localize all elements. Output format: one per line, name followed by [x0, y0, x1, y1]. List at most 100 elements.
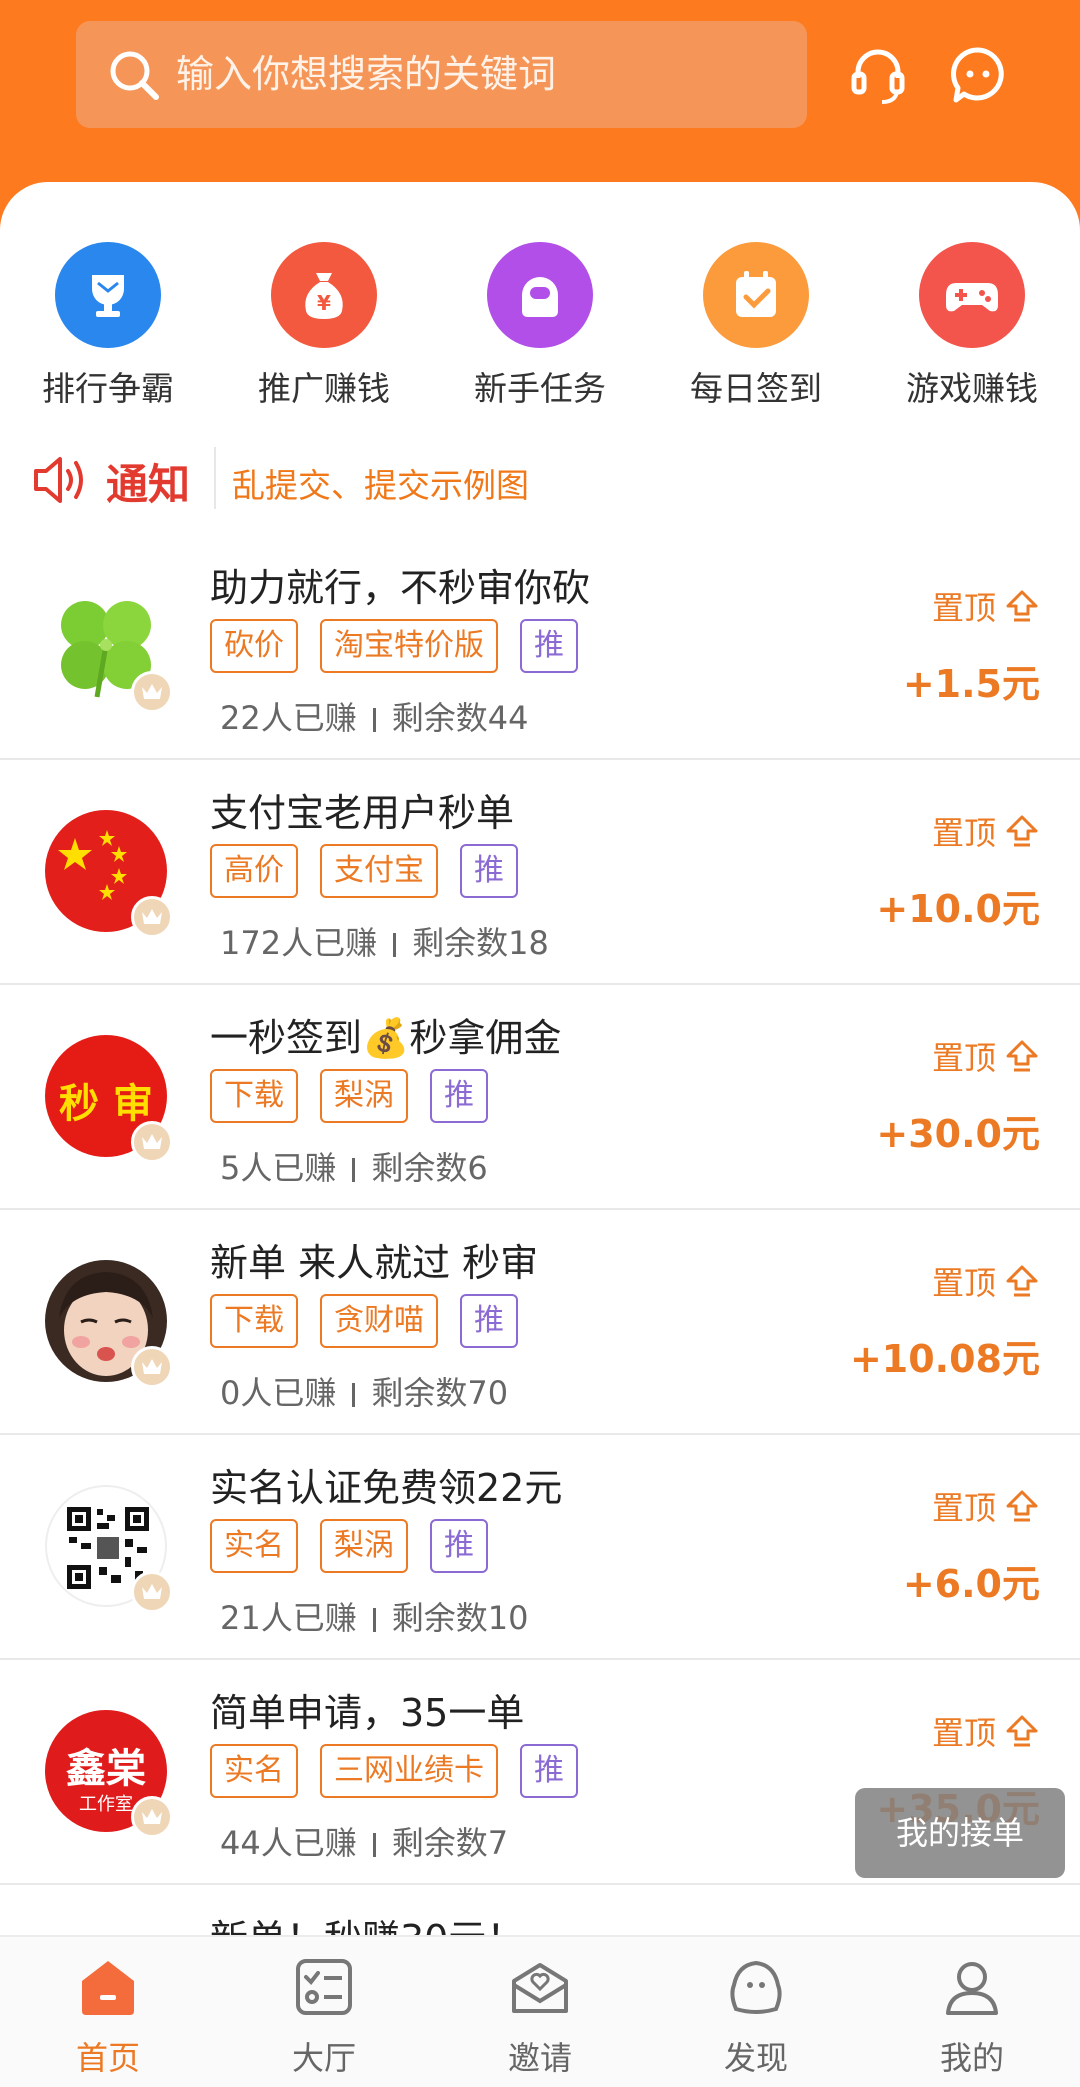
stats-separator	[393, 933, 397, 957]
stats-separator	[372, 1608, 376, 1632]
pin-up-arrow-icon	[1006, 1715, 1038, 1747]
quick-action-label: 推广赚钱	[258, 369, 390, 408]
quick-action-newbie-task[interactable]: 新手任务	[432, 242, 648, 412]
pin-label: 置顶	[931, 1489, 996, 1527]
task-title: 支付宝老用户秒单	[210, 791, 515, 835]
task-remaining-count: 剩余数44	[391, 699, 529, 737]
quick-action-daily-checkin[interactable]: 每日签到	[648, 242, 864, 412]
task-reward: +30.0元	[876, 1112, 1040, 1156]
avatar-text: 鑫棠	[66, 1745, 146, 1792]
task-title: 一秒签到💰秒拿佣金	[210, 1016, 562, 1060]
pin-top-button[interactable]: 置顶	[932, 583, 1040, 629]
task-remaining-count: 剩余数18	[412, 924, 549, 962]
notice-divider	[214, 447, 216, 509]
tab-label: 我的	[939, 2039, 1004, 2077]
customer-service-headset-icon[interactable]	[848, 44, 908, 106]
task-title: 简单申请，35一单	[210, 1691, 525, 1735]
stats-separator	[352, 1383, 356, 1407]
tab-discover[interactable]: 发现	[648, 1937, 864, 2087]
task-earned-count: 22人已赚	[220, 699, 357, 737]
task-earned-count: 172人已赚	[220, 924, 378, 962]
crown-icon	[131, 1346, 173, 1388]
money-bag-icon: ¥	[305, 273, 343, 319]
tab-hall[interactable]: 大厅	[216, 1937, 432, 2087]
tab-label: 邀请	[507, 2039, 572, 2077]
discover-ghost-icon	[730, 1960, 782, 2014]
search-bar[interactable]: 输入你想搜索的关键词	[76, 21, 807, 128]
pin-top-button[interactable]: 置顶	[932, 1708, 1040, 1754]
crown-icon	[131, 671, 173, 713]
task-reward: +6.0元	[902, 1562, 1040, 1606]
task-tag: 淘宝特价版	[320, 619, 498, 673]
task-remaining-count: 剩余数7	[391, 1824, 509, 1862]
quick-action-circle: ¥	[271, 242, 377, 348]
pin-top-button[interactable]: 置顶	[932, 1033, 1040, 1079]
speaker-icon	[34, 457, 83, 503]
task-tag-recommend: 推	[520, 1744, 578, 1798]
notice-text: 乱提交、提交示例图	[232, 466, 529, 505]
tab-home[interactable]: 首页	[0, 1937, 216, 2087]
helmet-icon	[522, 277, 558, 317]
quick-action-circle	[55, 242, 161, 348]
task-tag-recommend: 推	[430, 1519, 488, 1573]
tab-label: 首页	[75, 2039, 140, 2077]
task-item[interactable]: 实名认证免费领22元 实名 梨涡 推 21人已赚 剩余数10 置顶 +6.0元	[0, 1435, 1080, 1660]
my-orders-float-button[interactable]: 我的接单	[855, 1788, 1065, 1878]
home-icon	[82, 1961, 134, 2015]
task-item[interactable]: 新单 来人就过 秒审 下载 贪财喵 推 0人已赚 剩余数70 置顶 +10.08元	[0, 1210, 1080, 1435]
pin-label: 置顶	[931, 1714, 996, 1752]
tab-label: 发现	[723, 2039, 788, 2077]
notice-bar[interactable]: 通知 乱提交、提交示例图	[30, 445, 1050, 515]
quick-action-promote[interactable]: ¥ 推广赚钱	[216, 242, 432, 412]
calendar-check-icon	[736, 271, 776, 317]
pin-top-button[interactable]: 置顶	[932, 808, 1040, 854]
pin-label: 置顶	[931, 1264, 996, 1302]
quick-action-circle	[487, 242, 593, 348]
invite-envelope-icon	[512, 1963, 568, 2013]
task-title: 助力就行，不秒审你砍	[210, 566, 591, 610]
pin-up-arrow-icon	[1006, 590, 1038, 622]
task-tag: 梨涡	[320, 1519, 408, 1573]
search-placeholder: 输入你想搜索的关键词	[176, 52, 557, 96]
task-tag: 实名	[210, 1519, 298, 1573]
pin-up-arrow-icon	[1006, 1040, 1038, 1072]
task-tags: 实名 三网业绩卡 推	[210, 1744, 578, 1800]
quick-action-ranking[interactable]: 排行争霸	[0, 242, 216, 412]
task-tag: 下载	[210, 1294, 298, 1348]
task-earned-count: 44人已赚	[220, 1824, 357, 1862]
quick-action-label: 新手任务	[474, 369, 606, 408]
task-title: 实名认证免费领22元	[210, 1466, 563, 1510]
pin-top-button[interactable]: 置顶	[932, 1258, 1040, 1304]
task-reward: +10.0元	[876, 887, 1040, 931]
task-remaining-count: 剩余数70	[371, 1374, 509, 1412]
quick-action-circle	[703, 242, 809, 348]
task-tag-recommend: 推	[460, 844, 518, 898]
profile-icon	[946, 1962, 998, 2015]
task-earned-count: 21人已赚	[220, 1599, 357, 1637]
task-stats: 44人已赚 剩余数7	[220, 1818, 508, 1864]
tab-mine[interactable]: 我的	[864, 1937, 1080, 2087]
task-tag: 贪财喵	[320, 1294, 438, 1348]
pin-up-arrow-icon	[1006, 1490, 1038, 1522]
task-item[interactable]: 支付宝老用户秒单 高价 支付宝 推 172人已赚 剩余数18 置顶 +10.0元	[0, 760, 1080, 985]
task-tag-recommend: 推	[430, 1069, 488, 1123]
message-bubble-icon[interactable]	[948, 44, 1008, 106]
pin-top-button[interactable]: 置顶	[932, 1483, 1040, 1529]
svg-text:¥: ¥	[317, 291, 331, 315]
pin-up-arrow-icon	[1006, 815, 1038, 847]
pin-label: 置顶	[931, 1039, 996, 1077]
task-tag: 三网业绩卡	[320, 1744, 498, 1798]
quick-action-label: 游戏赚钱	[906, 369, 1038, 408]
task-tags: 下载 贪财喵 推	[210, 1294, 518, 1350]
task-item[interactable]: 助力就行，不秒审你砍 砍价 淘宝特价版 推 22人已赚 剩余数44 置顶 +1.5…	[0, 535, 1080, 760]
quick-action-game-earn[interactable]: 游戏赚钱	[864, 242, 1080, 412]
tab-label: 大厅	[291, 2039, 356, 2077]
task-stats: 0人已赚 剩余数70	[220, 1368, 508, 1414]
task-tag: 下载	[210, 1069, 298, 1123]
task-item[interactable]: 秒 审 一秒签到💰秒拿佣金 下载 梨涡 推 5人已赚 剩余数6 置顶 +30.0元	[0, 985, 1080, 1210]
task-tag: 实名	[210, 1744, 298, 1798]
tab-invite[interactable]: 邀请	[432, 1937, 648, 2087]
crown-icon	[131, 1796, 173, 1838]
task-stats: 5人已赚 剩余数6	[220, 1143, 488, 1189]
stats-separator	[352, 1158, 356, 1182]
